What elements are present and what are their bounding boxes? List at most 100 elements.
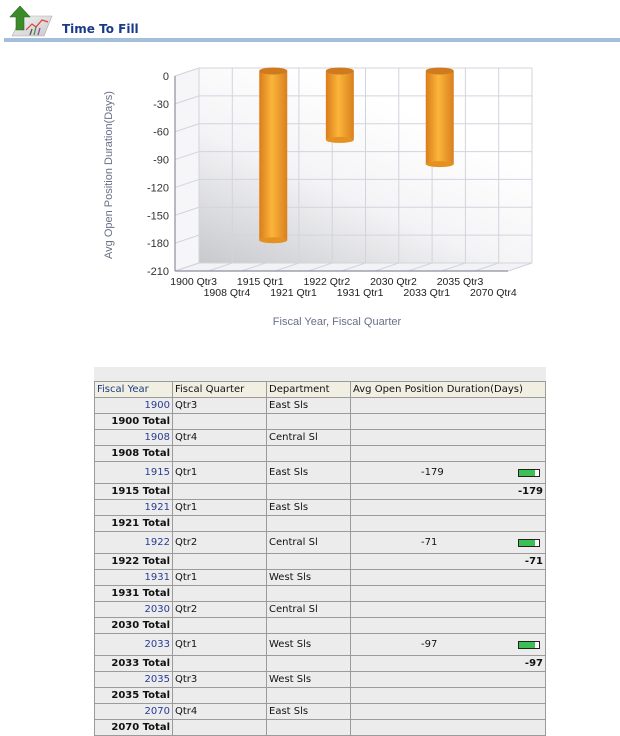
- duration-meter-icon: [518, 539, 540, 547]
- y-tick-label: -210: [147, 266, 169, 278]
- empty-cell: [172, 617, 267, 634]
- total-value: [350, 687, 546, 704]
- duration-cell: [350, 703, 546, 720]
- chart-side-wall: [174, 67, 200, 272]
- department-cell: West Sls: [266, 633, 351, 656]
- column-header-avg-duration[interactable]: Avg Open Position Duration(Days): [350, 381, 546, 398]
- table-row: 2030 Qtr2 Central Sl: [94, 601, 546, 618]
- duration-cell: [350, 601, 546, 618]
- total-value: [350, 515, 546, 532]
- department-cell: Central Sl: [266, 601, 351, 618]
- table-total-row: 1915 Total -179: [94, 483, 546, 500]
- fiscal-year-cell[interactable]: 1900: [94, 397, 173, 414]
- y-tick-label: -180: [147, 238, 169, 250]
- table-total-row: 1900 Total: [94, 413, 546, 430]
- chart-canvas: 0-30-60-90-120-150-180-2101900 Qtr31908 …: [103, 67, 533, 328]
- total-value: [350, 585, 546, 602]
- empty-cell: [172, 687, 267, 704]
- total-value: -71: [350, 553, 546, 570]
- fiscal-year-cell[interactable]: 1915: [94, 461, 173, 484]
- bar-2033-qtr1: [425, 71, 454, 165]
- table-total-row: 2033 Total -97: [94, 655, 546, 672]
- table-row: 1921 Qtr1 East Sls: [94, 499, 546, 516]
- total-value: [350, 719, 546, 736]
- fiscal-year-cell[interactable]: 1921: [94, 499, 173, 516]
- department-cell: West Sls: [266, 671, 351, 688]
- bar-bottom-cap: [259, 237, 288, 244]
- department-cell: East Sls: [266, 703, 351, 720]
- duration-value: -179: [421, 467, 444, 478]
- duration-cell: [350, 397, 546, 414]
- pivot-table: Fiscal Year Fiscal Quarter Department Av…: [94, 367, 546, 736]
- column-header-fiscal-year[interactable]: Fiscal Year: [94, 381, 173, 398]
- empty-cell: [266, 413, 351, 430]
- empty-cell: [172, 515, 267, 532]
- table-row: 1915 Qtr1 East Sls -179: [94, 461, 546, 484]
- fiscal-quarter-cell: Qtr2: [172, 531, 267, 554]
- fiscal-year-cell[interactable]: 2030: [94, 601, 173, 618]
- table-toolbar-band: [94, 367, 546, 381]
- table-total-row: 2070 Total: [94, 719, 546, 736]
- fiscal-quarter-cell: Qtr4: [172, 429, 267, 446]
- bar-1915-qtr1: [259, 71, 288, 241]
- total-label: 2035 Total: [94, 687, 173, 704]
- table-row: 1908 Qtr4 Central Sl: [94, 429, 546, 446]
- total-label: 2030 Total: [94, 617, 173, 634]
- total-label: 1908 Total: [94, 445, 173, 462]
- fiscal-quarter-cell: Qtr1: [172, 461, 267, 484]
- table-total-row: 1931 Total: [94, 585, 546, 602]
- duration-cell: [350, 671, 546, 688]
- total-value: [350, 445, 546, 462]
- empty-cell: [266, 719, 351, 736]
- empty-cell: [266, 445, 351, 462]
- fiscal-year-cell[interactable]: 1922: [94, 531, 173, 554]
- y-tick-label: -60: [153, 127, 169, 139]
- table-total-row: 2030 Total: [94, 617, 546, 634]
- table-row: 1931 Qtr1 West Sls: [94, 569, 546, 586]
- department-cell: East Sls: [266, 461, 351, 484]
- page-title: Time To Fill: [62, 22, 139, 36]
- duration-value: -97: [421, 639, 438, 650]
- fiscal-year-cell[interactable]: 2033: [94, 633, 173, 656]
- empty-cell: [172, 483, 267, 500]
- empty-cell: [266, 553, 351, 570]
- y-tick-label: -30: [153, 99, 169, 111]
- y-tick-label: -150: [147, 210, 169, 222]
- y-tick-label: 0: [163, 71, 169, 83]
- x-tick-label: 1921 Qtr1: [270, 287, 317, 299]
- fiscal-year-cell[interactable]: 1908: [94, 429, 173, 446]
- duration-cell: [350, 569, 546, 586]
- duration-value: -71: [421, 537, 438, 548]
- empty-cell: [172, 553, 267, 570]
- x-tick-label: 1908 Qtr4: [204, 287, 251, 299]
- empty-cell: [266, 585, 351, 602]
- x-tick-label: 1931 Qtr1: [337, 287, 384, 299]
- empty-cell: [266, 655, 351, 672]
- department-cell: Central Sl: [266, 531, 351, 554]
- fiscal-year-cell[interactable]: 2035: [94, 671, 173, 688]
- column-header-department[interactable]: Department: [266, 381, 351, 398]
- chart-report-icon: [9, 6, 53, 37]
- fiscal-quarter-cell: Qtr1: [172, 569, 267, 586]
- duration-meter-icon: [518, 469, 540, 477]
- empty-cell: [266, 687, 351, 704]
- total-label: 1915 Total: [94, 483, 173, 500]
- total-value: [350, 617, 546, 634]
- department-cell: East Sls: [266, 397, 351, 414]
- table-total-row: 2035 Total: [94, 687, 546, 704]
- y-tick-label: -120: [147, 182, 169, 194]
- duration-cell: -97: [350, 633, 546, 656]
- table-total-row: 1921 Total: [94, 515, 546, 532]
- total-label: 1922 Total: [94, 553, 173, 570]
- total-label: 2033 Total: [94, 655, 173, 672]
- duration-cell: -71: [350, 531, 546, 554]
- column-header-fiscal-quarter[interactable]: Fiscal Quarter: [172, 381, 267, 398]
- department-cell: Central Sl: [266, 429, 351, 446]
- empty-cell: [266, 617, 351, 634]
- fiscal-year-cell[interactable]: 2070: [94, 703, 173, 720]
- page-header: Time To Fill: [0, 0, 620, 42]
- bar-1922-qtr2: [325, 71, 354, 140]
- fiscal-quarter-cell: Qtr1: [172, 633, 267, 656]
- fiscal-year-cell[interactable]: 1931: [94, 569, 173, 586]
- table-row: 2070 Qtr4 East Sls: [94, 703, 546, 720]
